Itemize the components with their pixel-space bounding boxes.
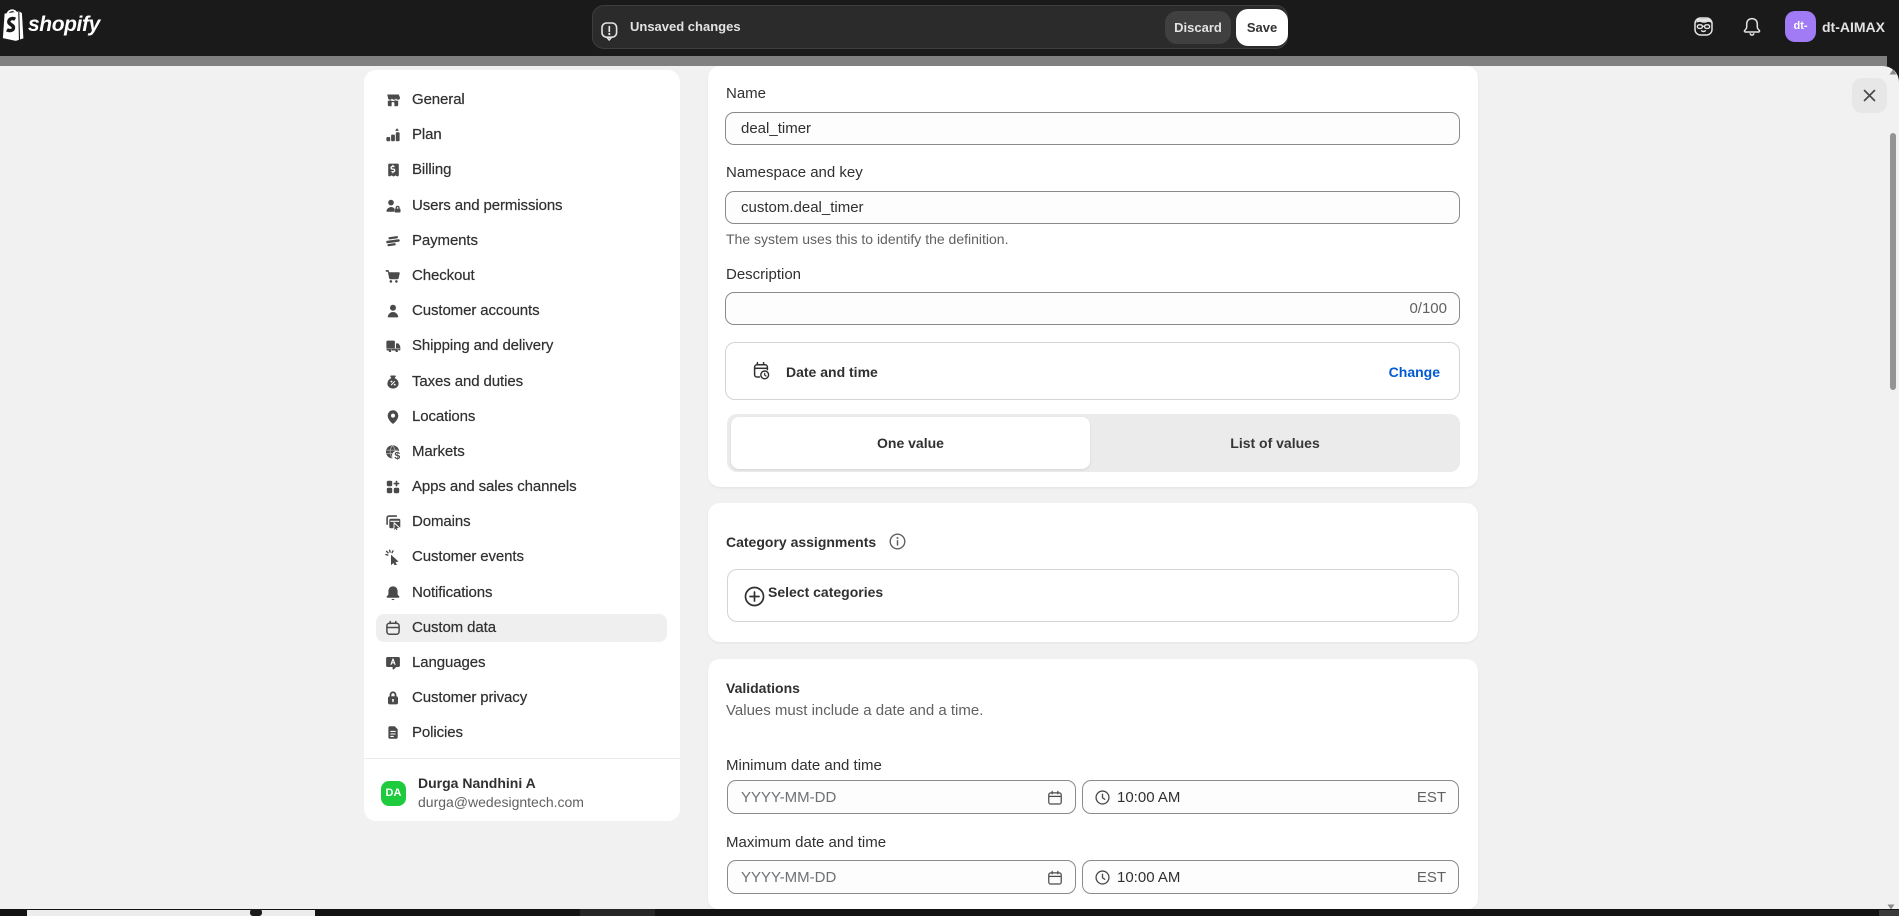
- svg-text:$: $: [394, 450, 400, 460]
